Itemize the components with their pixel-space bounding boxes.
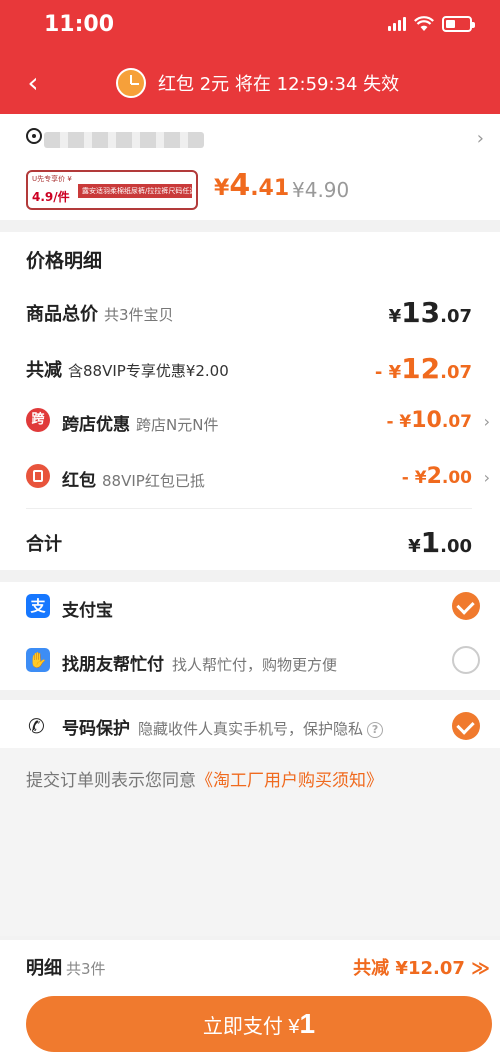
red-packet-icon — [26, 464, 50, 488]
red-packet-cur: - ¥ — [401, 468, 427, 488]
discount-summary[interactable]: 共减 ¥12.07 ≫ — [353, 954, 490, 980]
red-packet-int: 2 — [426, 464, 442, 489]
red-packet-amount: - ¥2.00 — [402, 464, 472, 489]
agreement-link[interactable]: 《淘工厂用户购买须知》 — [196, 771, 383, 791]
subtotal-dec: .00 — [440, 536, 472, 557]
protection-row: 号码保护 隐藏收件人真实手机号，保护隐私? — [62, 714, 384, 739]
agreement-prefix: 提交订单则表示您同意 — [26, 771, 196, 791]
total-reduction-cur: - ¥ — [374, 362, 402, 383]
friend-pay-icon: ✋ — [26, 648, 50, 672]
goods-total-int: 13 — [401, 296, 441, 329]
alipay-radio[interactable] — [452, 592, 480, 620]
subtotal-label: 合计 — [26, 534, 62, 555]
cross-store-label: 跨店优惠 — [62, 415, 130, 435]
goods-total-sub: 共3件宝贝 — [104, 306, 174, 324]
price-dec: .41 — [250, 176, 290, 201]
signal-icon — [388, 17, 406, 31]
protection-toggle[interactable] — [452, 712, 480, 740]
status-bar: 11:00 — [0, 0, 500, 52]
total-reduction-int: 12 — [401, 352, 441, 385]
battery-icon — [442, 16, 475, 32]
goods-total-cur: ¥ — [388, 306, 402, 327]
agreement-area: 提交订单则表示您同意《淘工厂用户购买须知》 — [0, 748, 500, 936]
wifi-icon — [414, 16, 434, 31]
agreement-text: 提交订单则表示您同意《淘工厂用户购买须知》 — [26, 766, 383, 791]
alipay-icon: 支 — [26, 594, 50, 618]
phone-icon: ✆ — [28, 714, 45, 738]
goods-total-label: 商品总价 — [26, 304, 98, 325]
alipay-label[interactable]: 支付宝 — [62, 596, 113, 621]
red-packet-label: 红包 — [62, 471, 96, 491]
cross-store-icon: 跨 — [26, 408, 50, 432]
protection-sub: 隐藏收件人真实手机号，保护隐私 — [138, 720, 364, 738]
friend-pay-radio[interactable] — [452, 646, 480, 674]
pay-button-label: 立即支付 ¥ — [202, 1016, 300, 1038]
alarm-clock-icon — [116, 68, 146, 98]
protection-label: 号码保护 — [62, 719, 130, 739]
cross-store-chevron-icon[interactable]: › — [484, 412, 490, 431]
pay-now-button[interactable]: 立即支付 ¥1 — [26, 996, 492, 1052]
cross-store-sub: 跨店N元N件 — [136, 416, 219, 434]
product-price: ¥4.41 — [214, 168, 289, 203]
status-icons — [388, 16, 475, 32]
goods-total-dec: .07 — [440, 306, 472, 327]
cross-store-row[interactable]: 跨店优惠 跨店N元N件 — [62, 410, 218, 435]
friend-pay-sub: 找人帮忙付，购物更方便 — [172, 656, 338, 674]
subtotal-amount: ¥1.00 — [408, 526, 472, 559]
payment-methods-card: 支 支付宝 ✋ 找朋友帮忙付 找人帮忙付，购物更方便 — [0, 582, 500, 690]
blurred-address[interactable] — [44, 132, 204, 148]
total-reduction-label: 共减 — [26, 360, 62, 381]
total-reduction-dec: .07 — [440, 362, 472, 383]
price-detail-card: 价格明细 商品总价 共3件宝贝 ¥13.07 共减 含88VIP专享优惠¥2.00 … — [0, 232, 500, 570]
detail-label: 明细 — [26, 958, 62, 979]
thumb-band: 露安适羽柔棉纸尿裤/拉拉裤尺码任选 — [78, 184, 192, 198]
help-icon[interactable]: ? — [367, 722, 384, 738]
friend-pay-row[interactable]: 找朋友帮忙付 找人帮忙付，购物更方便 — [62, 650, 337, 675]
red-packet-row[interactable]: 红包 88VIP红包已抵 — [62, 466, 205, 491]
goods-total-row: 商品总价 共3件宝贝 — [26, 300, 174, 326]
cross-store-cur: - ¥ — [386, 412, 412, 432]
product-thumbnail[interactable]: U先专享价 ¥ 4.9/件 露安适羽柔棉纸尿裤/拉拉裤尺码任选 — [26, 170, 198, 210]
red-packet-sub: 88VIP红包已抵 — [102, 472, 205, 490]
total-reduction-sub: 含88VIP专享优惠¥2.00 — [68, 362, 229, 380]
total-reduction-row: 共减 含88VIP专享优惠¥2.00 — [26, 356, 229, 382]
product-card: › U先专享价 ¥ 4.9/件 露安适羽柔棉纸尿裤/拉拉裤尺码任选 ¥4.41 … — [0, 114, 500, 220]
red-packet-chevron-icon[interactable]: › — [484, 468, 490, 487]
red-packet-dec: .00 — [441, 468, 472, 488]
price-int: 4 — [229, 168, 251, 203]
location-icon — [26, 128, 42, 144]
cross-store-amount: - ¥10.07 — [386, 408, 472, 433]
subtotal-int: 1 — [420, 526, 441, 559]
status-time: 11:00 — [44, 12, 115, 37]
detail-toggle[interactable]: 明细 共3件 — [26, 954, 106, 980]
friend-pay-label: 找朋友帮忙付 — [62, 655, 164, 675]
original-price: ¥4.90 — [292, 178, 350, 202]
divider — [26, 508, 472, 509]
thumb-num: 4.9/件 — [32, 190, 70, 204]
red-packet-countdown: 红包 2元 将在 12:59:34 失效 — [158, 74, 400, 95]
section-title: 价格明细 — [26, 250, 103, 272]
cross-store-dec: .07 — [441, 412, 472, 432]
subtotal-cur: ¥ — [408, 536, 421, 557]
thumb-tag: U先专享价 ¥ — [32, 175, 72, 183]
bottom-bar: 明细 共3件 共减 ¥12.07 ≫ 立即支付 ¥1 — [0, 940, 500, 1064]
cross-store-int: 10 — [411, 408, 442, 433]
total-reduction-amount: - ¥12.07 — [375, 352, 472, 385]
number-protection-card: ✆ 号码保护 隐藏收件人真实手机号，保护隐私? 提交订单则表示您同意《淘工厂用户购… — [0, 700, 500, 936]
address-chevron-icon[interactable]: › — [477, 128, 484, 149]
header: ‹ 红包 2元 将在 12:59:34 失效 — [0, 52, 500, 114]
price-currency: ¥ — [214, 176, 230, 201]
thumb-price-tag: U先专享价 ¥ 4.9/件 — [32, 174, 72, 208]
back-button[interactable]: ‹ — [18, 66, 48, 100]
pay-button-amount: 1 — [299, 1008, 316, 1039]
goods-total-amount: ¥13.07 — [389, 296, 472, 329]
detail-count: 共3件 — [66, 960, 106, 978]
